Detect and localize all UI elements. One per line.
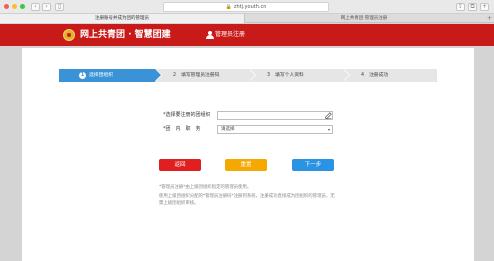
chevron-down-icon: ▾ [327, 127, 330, 132]
user-icon [206, 31, 214, 39]
sidebar-icon[interactable]: ▯ [55, 3, 64, 11]
step-select-org: 1 选择团组织 [59, 69, 162, 82]
reset-button[interactable]: 重置 [225, 159, 267, 171]
step-success: 4 注册成功 [343, 69, 437, 82]
edit-icon[interactable] [324, 111, 333, 120]
forward-nav-icon[interactable]: › [42, 3, 51, 11]
site-title: 网上共青团 · 智慧团建 [80, 30, 171, 40]
step-label: 填写管理员注册码 [181, 73, 220, 78]
step-register-code: 2 填写管理员注册码 [155, 69, 256, 82]
tabs-overview-icon[interactable]: ⧉ [468, 3, 477, 11]
close-window-button[interactable] [4, 4, 9, 9]
url-text: zhtj.youth.cn [233, 4, 267, 10]
add-tab-icon[interactable]: + [487, 14, 492, 23]
progress-steps: 1 选择团组织 2 填写管理员注册码 3 填写个人资料 4 注册成功 [59, 69, 437, 82]
share-icon[interactable]: ⇪ [456, 3, 465, 11]
back-nav-icon[interactable]: ‹ [31, 3, 40, 11]
step-number: 1 [79, 72, 86, 79]
org-label: *选择要注册的团组织 [163, 112, 211, 118]
position-select-value: 请选择 [221, 127, 235, 132]
step-label: 注册成功 [369, 73, 389, 78]
youth-league-emblem-icon [63, 29, 75, 41]
tab-admin-register[interactable]: 网上共青团·管理员注册 [246, 14, 482, 23]
window-controls [4, 4, 25, 9]
back-button[interactable]: 返回 [159, 159, 201, 171]
lock-icon: 🔒 [225, 4, 232, 10]
step-number: 4 [361, 73, 365, 78]
position-label: *团 内 职 务 [163, 126, 201, 132]
tab-bar: 注册账号并成为团的管理员 网上共青团·管理员注册 + [0, 14, 494, 23]
step-label: 选择团组织 [89, 73, 113, 78]
note-line-2: 使用上级团组织分配的*管理员注册码*注册到系统，注册成功直接成为团组织的管理员，… [159, 194, 335, 206]
step-number: 3 [267, 73, 271, 78]
org-input[interactable] [217, 111, 333, 120]
new-tab-icon[interactable]: + [480, 3, 489, 11]
step-label: 填写个人资料 [275, 73, 304, 78]
admin-register-label: 管理员注册 [215, 31, 246, 38]
step-number: 2 [173, 73, 177, 78]
maximize-window-button[interactable] [20, 4, 25, 9]
browser-toolbar: ‹ › ▯ 🔒 zhtj.youth.cn ⇪ ⧉ + [0, 0, 494, 14]
main-panel: 1 选择团组织 2 填写管理员注册码 3 填写个人资料 4 注册成功 *选择要注册的团组… [22, 48, 474, 261]
note-line-1: *管理员注册*由上级团组织指定的管理员使用。 [159, 185, 252, 190]
next-step-button[interactable]: 下一步 [292, 159, 334, 171]
address-bar[interactable]: 🔒 zhtj.youth.cn [163, 2, 329, 12]
tab-register[interactable]: 注册账号并成为团的管理员 [0, 14, 245, 23]
site-header: 网上共青团 · 智慧团建 管理员注册 [0, 24, 494, 46]
position-select[interactable]: 请选择 ▾ [217, 125, 333, 134]
step-personal-info: 3 填写个人资料 [249, 69, 350, 82]
minimize-window-button[interactable] [12, 4, 17, 9]
